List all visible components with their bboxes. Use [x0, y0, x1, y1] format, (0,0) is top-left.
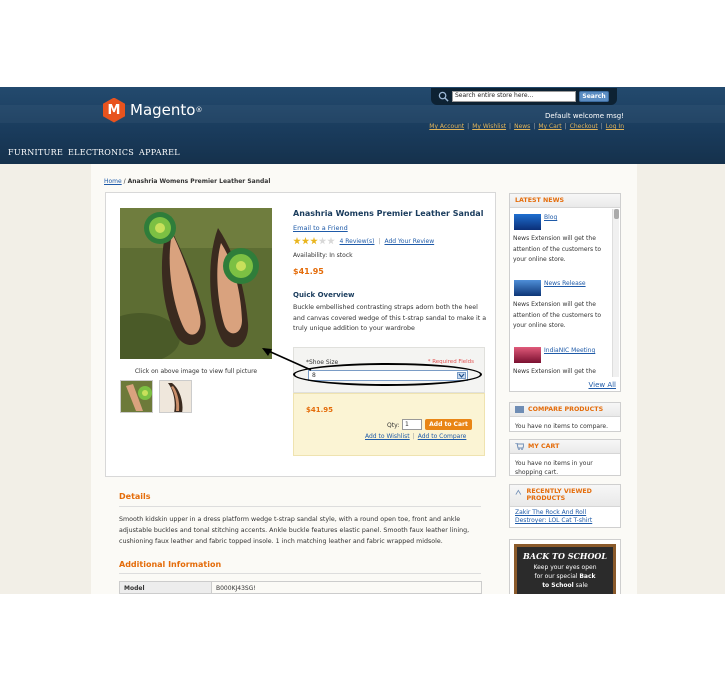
reviews-link[interactable]: 4 Review(s): [340, 238, 375, 245]
email-friend-link[interactable]: Email to a Friend: [293, 224, 348, 232]
promo-title: BACK TO SCHOOL: [522, 551, 608, 561]
nav-item-furniture[interactable]: FURNITURE: [8, 148, 63, 157]
wishlist-compare-links: Add to Wishlist | Add to Compare: [365, 433, 467, 440]
compare-products-title: COMPARE PRODUCTS: [528, 406, 604, 413]
additional-info-table: Model B000KJ43SG!: [119, 581, 482, 594]
search-button[interactable]: Search: [579, 91, 609, 102]
breadcrumb: Home / Anashria Womens Premier Leather S…: [104, 178, 271, 185]
news-thumbnail: [514, 347, 541, 363]
cart-empty-text: You have no items in your shopping cart.: [515, 460, 593, 476]
availability: Availability: In stock: [293, 252, 353, 259]
star-icon: [293, 237, 301, 245]
magento-logo-icon: M: [103, 97, 125, 123]
details-title: Details: [119, 492, 151, 501]
image-caption: Click on above image to view full pictur…: [134, 368, 258, 375]
qty-input[interactable]: 1: [402, 419, 422, 430]
store-page: M Magento ® Search entire store here... S…: [0, 87, 725, 594]
product-main-image[interactable]: [120, 208, 272, 359]
quick-overview-text: Buckle embellished contrasting straps ad…: [293, 304, 487, 332]
logo-text: Magento: [130, 101, 196, 119]
divider: [119, 506, 481, 507]
add-to-cart-box: $41.95 Qty: 1 Add to Cart Add to Wishlis…: [293, 393, 485, 456]
nav-item-apparel[interactable]: APPAREL: [139, 148, 180, 157]
add-to-compare-link[interactable]: Add to Compare: [418, 433, 467, 440]
recently-viewed-title: RECENTLY VIEWED PRODUCTS: [526, 488, 592, 502]
rating-row: 4 Review(s) | Add Your Review: [293, 237, 434, 245]
my-wishlist-link[interactable]: My Wishlist: [472, 123, 506, 130]
cart-icon: [515, 443, 524, 450]
quick-overview-title: Quick Overview: [293, 291, 355, 299]
product-price: $41.95: [293, 267, 324, 276]
product-thumbnail[interactable]: [159, 380, 192, 413]
product-view: Click on above image to view full pictur…: [105, 192, 496, 477]
qty-label: Qty:: [387, 422, 400, 429]
star-icon: [310, 237, 318, 245]
add-review-link[interactable]: Add Your Review: [384, 238, 434, 245]
recent-icon: [515, 489, 522, 495]
recent-product-link[interactable]: Zakir The Rock And Roll Destroyer: LOL C…: [515, 509, 592, 524]
latest-news-block: LATEST NEWS Blog News Extension will get…: [509, 193, 621, 392]
search-bar: Search entire store here... Search: [431, 88, 617, 105]
news-item-text: News Extension will get the: [513, 368, 596, 375]
my-cart-link[interactable]: My Cart: [538, 123, 561, 130]
news-item-text: News Extension will get the attention of…: [513, 301, 602, 329]
add-to-cart-button[interactable]: Add to Cart: [425, 419, 472, 430]
details-text: Smooth kidskin upper in a dress platform…: [119, 516, 470, 545]
star-icon: [327, 237, 335, 245]
nav-item-electronics[interactable]: ELECTRONICS: [68, 148, 134, 157]
annotation-ellipse: [293, 363, 482, 386]
table-cell-key: Model: [120, 582, 212, 593]
product-name: Anashria Womens Premier Leather Sandal: [293, 209, 484, 218]
top-links: My Account | My Wishlist | News | My Cart | Chec…: [429, 123, 624, 130]
search-icon: [438, 91, 449, 102]
search-input[interactable]: Search entire store here...: [452, 91, 576, 102]
table-cell-value: B000KJ43SG!: [216, 585, 256, 592]
news-item-link[interactable]: News Release: [544, 280, 586, 287]
news-thumbnail: [514, 214, 541, 230]
compare-products-block: COMPARE PRODUCTS You have no items to co…: [509, 402, 621, 432]
welcome-message: Default welcome msg!: [545, 112, 624, 120]
store-logo[interactable]: M Magento ®: [103, 97, 202, 123]
checkout-link[interactable]: Checkout: [570, 123, 598, 130]
my-account-link[interactable]: My Account: [429, 123, 464, 130]
star-icon: [318, 237, 327, 245]
news-item-link[interactable]: IndiaNIC Meeting: [544, 347, 595, 354]
news-scrollbar[interactable]: [612, 209, 619, 377]
product-thumbnail[interactable]: [120, 380, 153, 413]
additional-info-title: Additional Information: [119, 560, 222, 569]
back-to-school-banner[interactable]: BACK TO SCHOOL Keep your eyes open for o…: [509, 539, 621, 594]
divider: [119, 573, 481, 574]
main-nav: FURNITURE ELECTRONICS APPAREL: [0, 145, 725, 164]
view-all-news-link[interactable]: View All: [588, 381, 616, 389]
main-content: Home / Anashria Womens Premier Leather S…: [91, 164, 637, 594]
add-to-wishlist-link[interactable]: Add to Wishlist: [365, 433, 410, 440]
compare-empty-text: You have no items to compare.: [515, 423, 609, 430]
login-link[interactable]: Log In: [606, 123, 624, 130]
cart-price: $41.95: [306, 406, 334, 414]
news-link[interactable]: News: [514, 123, 530, 130]
compare-icon: [515, 406, 524, 413]
sandal-photo: [120, 208, 272, 359]
breadcrumb-home[interactable]: Home: [104, 178, 122, 185]
annotation-arrow: [262, 348, 312, 371]
news-item-text: News Extension will get the attention of…: [513, 235, 602, 263]
my-cart-title: MY CART: [528, 443, 560, 450]
my-cart-block: MY CART You have no items in your shoppi…: [509, 439, 621, 476]
breadcrumb-current: Anashria Womens Premier Leather Sandal: [127, 178, 271, 185]
news-item-link[interactable]: Blog: [544, 214, 557, 221]
recently-viewed-block: RECENTLY VIEWED PRODUCTS Zakir The Rock …: [509, 484, 621, 528]
site-header: M Magento ® Search entire store here... S…: [0, 87, 725, 164]
latest-news-title: LATEST NEWS: [510, 194, 620, 208]
star-icon: [301, 237, 310, 245]
news-thumbnail: [514, 280, 541, 296]
